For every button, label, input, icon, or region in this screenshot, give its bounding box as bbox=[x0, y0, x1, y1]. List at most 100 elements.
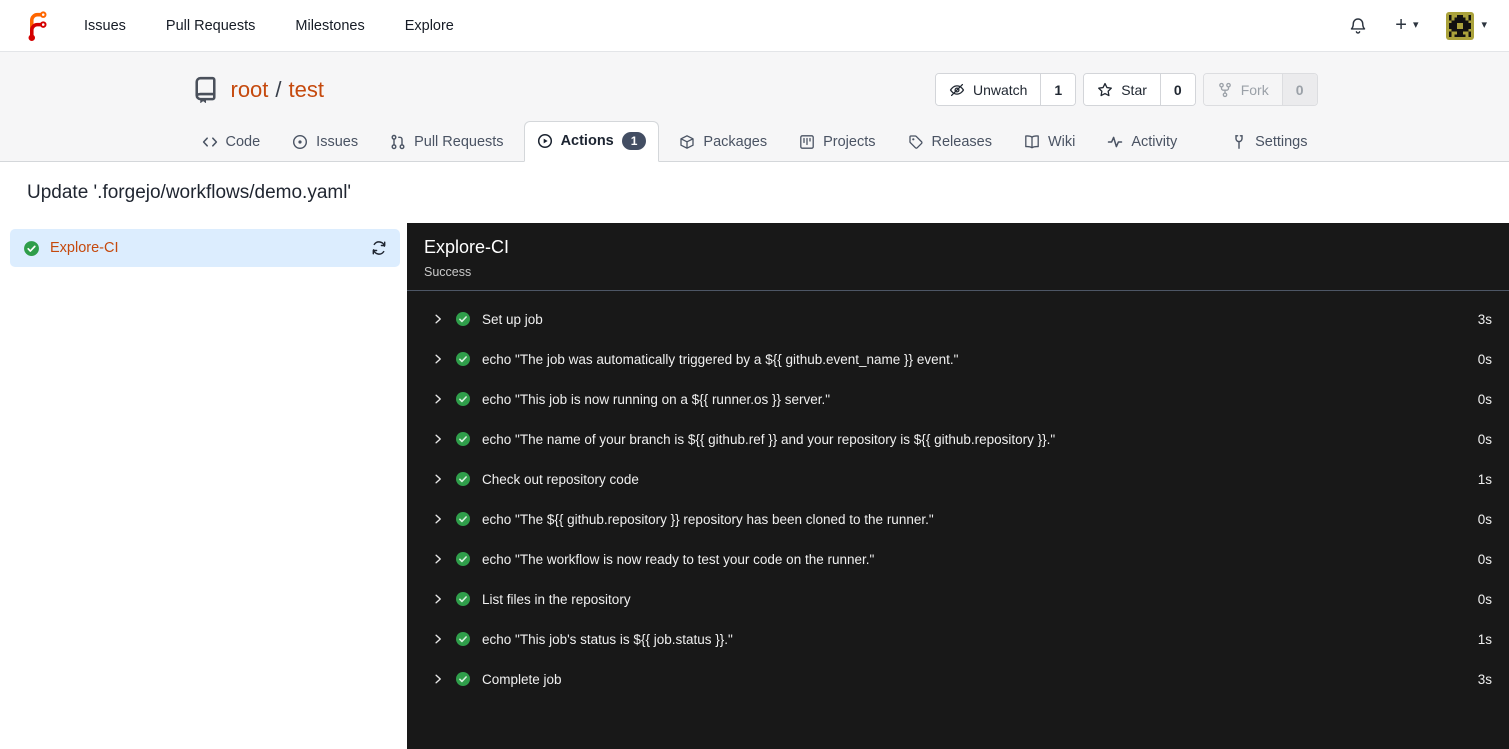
refresh-icon[interactable] bbox=[371, 240, 387, 256]
tab-code-label: Code bbox=[225, 134, 261, 150]
job-step-row[interactable]: List files in the repository 0s bbox=[407, 579, 1509, 619]
chevron-down-icon: ▾ bbox=[1412, 19, 1419, 31]
chevron-right-icon[interactable] bbox=[432, 353, 444, 365]
job-step-row[interactable]: echo "This job is now running on a ${{ r… bbox=[407, 379, 1509, 419]
tab-activity[interactable]: Activity bbox=[1095, 124, 1189, 161]
step-duration: 3s bbox=[1477, 311, 1492, 327]
forks-count: 0 bbox=[1281, 74, 1317, 105]
repo-name-link[interactable]: test bbox=[289, 77, 324, 103]
step-name: echo "The ${{ github.repository }} repos… bbox=[482, 511, 934, 527]
job-panel-header: Explore-CI Success bbox=[407, 223, 1509, 291]
book-open-icon bbox=[1024, 134, 1040, 150]
chevron-right-icon[interactable] bbox=[432, 473, 444, 485]
plus-icon: + bbox=[1395, 14, 1407, 36]
check-circle-icon bbox=[455, 591, 471, 607]
notifications-bell-icon[interactable] bbox=[1349, 17, 1367, 35]
user-menu[interactable]: ▾ bbox=[1446, 11, 1487, 40]
navbar-item-issues[interactable]: Issues bbox=[84, 18, 126, 34]
tag-icon bbox=[908, 134, 924, 150]
actions-count-badge: 1 bbox=[621, 132, 647, 150]
star-button[interactable]: Star 0 bbox=[1083, 73, 1196, 106]
tab-packages-label: Packages bbox=[703, 134, 768, 150]
fork-label: Fork bbox=[1240, 81, 1269, 98]
job-step-row[interactable]: echo "The ${{ github.repository }} repos… bbox=[407, 499, 1509, 539]
job-steps-list: Set up job 3s echo "The job was automati… bbox=[407, 291, 1509, 699]
step-name: echo "The workflow is now ready to test … bbox=[482, 551, 875, 567]
chevron-right-icon[interactable] bbox=[432, 593, 444, 605]
forgejo-logo-icon[interactable] bbox=[22, 10, 54, 42]
repo-tab-bar: Code Issues Pull Requests Actions 1 Pack… bbox=[190, 121, 1320, 162]
stars-count[interactable]: 0 bbox=[1159, 74, 1195, 105]
job-step-row[interactable]: Check out repository code 1s bbox=[407, 459, 1509, 499]
step-name: List files in the repository bbox=[482, 591, 631, 607]
job-step-row[interactable]: echo "The workflow is now ready to test … bbox=[407, 539, 1509, 579]
tab-issues-label: Issues bbox=[316, 134, 359, 150]
pull-request-icon bbox=[390, 134, 406, 150]
check-circle-icon bbox=[455, 391, 471, 407]
chevron-right-icon[interactable] bbox=[432, 553, 444, 565]
tab-projects-label: Projects bbox=[823, 134, 876, 150]
job-step-row[interactable]: echo "The name of your branch is ${{ git… bbox=[407, 419, 1509, 459]
tab-settings[interactable]: Settings bbox=[1219, 124, 1319, 161]
check-circle-icon bbox=[455, 351, 471, 367]
create-new-dropdown[interactable]: + ▾ bbox=[1395, 14, 1418, 37]
step-duration: 1s bbox=[1477, 631, 1492, 647]
tab-code[interactable]: Code bbox=[190, 124, 273, 161]
unwatch-button[interactable]: Unwatch 1 bbox=[934, 73, 1077, 106]
step-duration: 0s bbox=[1477, 551, 1492, 567]
pulse-icon bbox=[1107, 134, 1123, 150]
step-name: Set up job bbox=[482, 311, 543, 327]
check-circle-icon bbox=[455, 311, 471, 327]
star-icon bbox=[1097, 82, 1113, 98]
job-step-row[interactable]: Complete job 3s bbox=[407, 659, 1509, 699]
watchers-count[interactable]: 1 bbox=[1040, 74, 1076, 105]
chevron-right-icon[interactable] bbox=[432, 633, 444, 645]
tab-pull-requests-label: Pull Requests bbox=[414, 134, 504, 150]
step-name: Complete job bbox=[482, 671, 562, 687]
star-label: Star bbox=[1121, 81, 1147, 98]
tab-settings-label: Settings bbox=[1255, 134, 1308, 150]
fork-icon bbox=[1217, 82, 1233, 98]
job-step-row[interactable]: echo "The job was automatically triggere… bbox=[407, 339, 1509, 379]
repo-owner-link[interactable]: root bbox=[231, 77, 269, 103]
step-name: echo "This job's status is ${{ job.statu… bbox=[482, 631, 733, 647]
navbar-links: Issues Pull Requests Milestones Explore bbox=[84, 18, 454, 34]
repo-header: root / test Unwatch 1 Star 0 Fork 0 Code… bbox=[0, 52, 1509, 162]
job-step-row[interactable]: echo "This job's status is ${{ job.statu… bbox=[407, 619, 1509, 659]
job-log-panel: Explore-CI Success Set up job 3s echo "T… bbox=[407, 223, 1509, 749]
chevron-right-icon[interactable] bbox=[432, 313, 444, 325]
navbar-item-milestones[interactable]: Milestones bbox=[295, 18, 364, 34]
navbar-right: + ▾ ▾ bbox=[1349, 11, 1487, 40]
chevron-right-icon[interactable] bbox=[432, 433, 444, 445]
tab-projects[interactable]: Projects bbox=[787, 124, 887, 161]
chevron-right-icon[interactable] bbox=[432, 513, 444, 525]
play-circle-icon bbox=[537, 133, 553, 149]
check-circle-icon bbox=[455, 671, 471, 687]
tab-pull-requests[interactable]: Pull Requests bbox=[378, 124, 515, 161]
navbar-item-pull-requests[interactable]: Pull Requests bbox=[166, 18, 255, 34]
chevron-right-icon[interactable] bbox=[432, 393, 444, 405]
tab-wiki-label: Wiki bbox=[1047, 134, 1076, 150]
check-circle-icon bbox=[23, 240, 40, 257]
step-name: Check out repository code bbox=[482, 471, 639, 487]
issue-circle-dot-icon bbox=[292, 134, 308, 150]
tab-actions-label: Actions bbox=[560, 133, 614, 149]
tab-actions[interactable]: Actions 1 bbox=[523, 121, 660, 162]
step-duration: 0s bbox=[1477, 391, 1492, 407]
step-name: echo "This job is now running on a ${{ r… bbox=[482, 391, 831, 407]
chevron-right-icon[interactable] bbox=[432, 673, 444, 685]
job-step-row[interactable]: Set up job 3s bbox=[407, 299, 1509, 339]
tab-releases[interactable]: Releases bbox=[896, 124, 1004, 161]
project-board-icon bbox=[799, 134, 815, 150]
tab-issues[interactable]: Issues bbox=[280, 124, 370, 161]
step-duration: 0s bbox=[1477, 431, 1492, 447]
code-icon bbox=[202, 134, 218, 150]
navbar-item-explore[interactable]: Explore bbox=[405, 18, 454, 34]
job-item-explore-ci[interactable]: Explore-CI bbox=[10, 229, 400, 267]
check-circle-icon bbox=[455, 511, 471, 527]
repo-tab-strip: Code Issues Pull Requests Actions 1 Pack… bbox=[0, 121, 1509, 162]
job-panel-title: Explore-CI bbox=[424, 237, 510, 257]
tab-wiki[interactable]: Wiki bbox=[1012, 124, 1087, 161]
tab-packages[interactable]: Packages bbox=[667, 124, 779, 161]
workflow-run-layout: Explore-CI Explore-CI Success Set up job bbox=[0, 223, 1509, 749]
